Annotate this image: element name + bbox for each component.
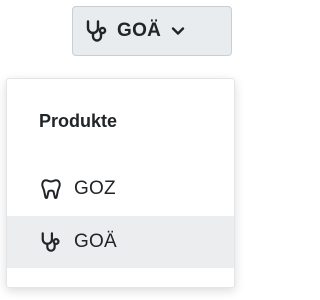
product-dropdown-menu: Produkte GOZ GOÄ: [6, 78, 235, 288]
stethoscope-icon: [40, 231, 62, 253]
selected-product-label: GOÄ: [117, 20, 162, 41]
stethoscope-icon: [85, 19, 109, 43]
chevron-down-icon: [171, 26, 185, 36]
tooth-icon: [40, 178, 62, 200]
menu-item-goa[interactable]: GOÄ: [7, 216, 234, 268]
menu-item-label: GOZ: [74, 178, 116, 199]
menu-item-label: GOÄ: [74, 231, 117, 252]
menu-item-goz[interactable]: GOZ: [7, 163, 234, 215]
product-dropdown-button[interactable]: GOÄ: [72, 6, 232, 56]
product-switcher: GOÄ Produkte GOZ GOÄ: [0, 0, 242, 300]
menu-header: Produkte: [39, 111, 118, 131]
